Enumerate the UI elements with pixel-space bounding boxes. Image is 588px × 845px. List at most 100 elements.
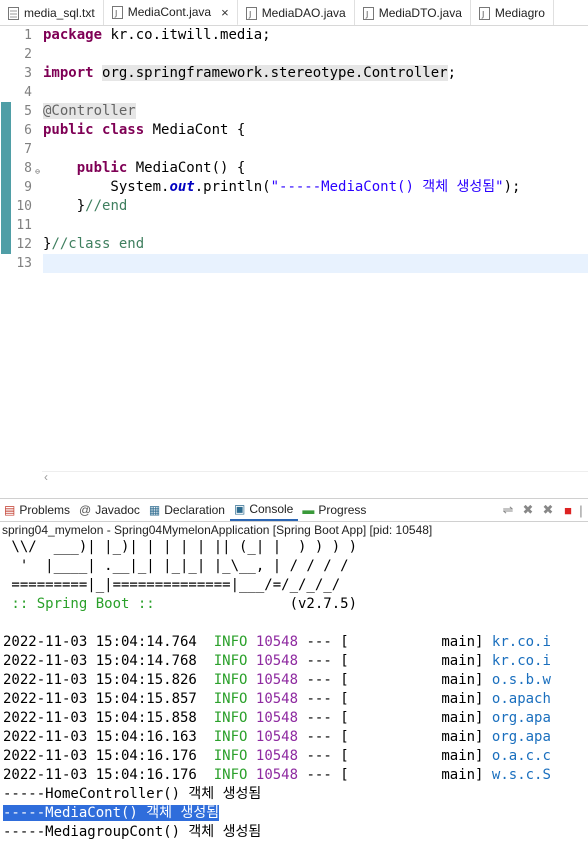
tab-label: MediaCont.java: [127, 5, 212, 19]
terminate-icon[interactable]: ■: [558, 503, 578, 518]
tab-label: Console: [249, 502, 294, 516]
log-thread: main]: [348, 672, 484, 688]
code-lines[interactable]: package kr.co.itwill.media; import org.s…: [43, 26, 588, 273]
log-level: INFO: [213, 653, 248, 669]
log-thread: main]: [348, 691, 484, 707]
comment: //class end: [51, 236, 145, 252]
remove-launch-icon[interactable]: ✖: [518, 502, 538, 518]
log-level: INFO: [213, 710, 248, 726]
log-pid: 10548: [255, 729, 299, 745]
code-line: }//class end: [43, 235, 588, 254]
comment: //end: [85, 198, 128, 214]
log-separator: --- [: [298, 710, 349, 726]
console-toolbar: ⇌ ✖ ✖ ■ |: [498, 499, 588, 521]
line-number: 7: [24, 142, 32, 157]
line-number: 11: [16, 218, 32, 233]
banner-line: \\/ ___)| |_)| | | | | || (_| | ) ) ) ): [3, 539, 358, 555]
line-number: 12: [16, 237, 32, 252]
stdout-line-selected[interactable]: -----MediaCont() 객체 생성됨: [0, 804, 588, 823]
log-timestamp: 2022-11-03 15:04:16.176: [3, 767, 197, 783]
horizontal-scrollbar[interactable]: ‹: [42, 470, 588, 486]
progress-icon: ▬: [302, 503, 315, 517]
code-line: System.out.println("-----MediaCont() 객체 …: [43, 178, 588, 197]
tab-label: media_sql.txt: [24, 6, 95, 20]
tab-progress[interactable]: ▬ Progress: [298, 499, 371, 521]
log-level: INFO: [213, 748, 248, 764]
log-pid: 10548: [255, 634, 299, 650]
log-level: INFO: [213, 691, 248, 707]
tab-problems[interactable]: ▤ Problems: [0, 499, 75, 521]
line-number: 6: [24, 123, 32, 138]
console-description: spring04_mymelon - Spring04MymelonApplic…: [2, 523, 433, 537]
tab-label: Progress: [318, 503, 367, 517]
line-number: 5: [24, 104, 32, 119]
line-number: 3: [24, 66, 32, 81]
tab-label: Problems: [19, 503, 71, 517]
svg-text:J: J: [481, 10, 484, 19]
code-text: MediaCont() {: [127, 160, 246, 176]
selected-text[interactable]: -----MediaCont() 객체 생성됨: [3, 805, 220, 821]
log-thread: main]: [348, 767, 484, 783]
line-number: 8: [24, 161, 32, 176]
tab-declaration[interactable]: ▦ Declaration: [145, 499, 230, 521]
log-separator: --- [: [298, 748, 349, 764]
log-separator: --- [: [298, 672, 349, 688]
keyword: public: [43, 122, 94, 138]
tab-mediacont[interactable]: J MediaCont.java ×: [103, 0, 238, 25]
code-line: @Controller: [43, 102, 588, 121]
java-file-icon: J: [478, 6, 490, 20]
code-text: MediaCont {: [144, 122, 246, 138]
log-line: 2022-11-03 15:04:15.858 INFO 10548 --- […: [0, 709, 588, 728]
code-text: System.: [43, 179, 170, 195]
java-file-icon: J: [111, 5, 123, 19]
log-line: 2022-11-03 15:04:15.857 INFO 10548 --- […: [0, 690, 588, 709]
declaration-icon: ▦: [148, 503, 161, 517]
log-line: 2022-11-03 15:04:14.764 INFO 10548 --- […: [0, 633, 588, 652]
code-line: public MediaCont() {: [43, 159, 588, 178]
log-thread: main]: [348, 710, 484, 726]
code-line: package kr.co.itwill.media;: [43, 26, 588, 45]
disconnect-icon[interactable]: ⇌: [498, 502, 518, 518]
keyword: package: [43, 27, 103, 43]
log-line: 2022-11-03 15:04:16.163 INFO 10548 --- […: [0, 728, 588, 747]
current-line[interactable]: [43, 254, 588, 273]
log-pid: 10548: [255, 691, 299, 707]
stdout-line: -----MediagroupCont() 객체 생성됨: [3, 824, 262, 840]
banner-line: ' |____| .__|_| |_|_| |_\__, | / / / /: [3, 558, 349, 574]
tab-media-sql[interactable]: media_sql.txt: [0, 0, 104, 25]
code-text: kr.co.itwill.media;: [102, 27, 271, 43]
log-timestamp: 2022-11-03 15:04:16.176: [3, 748, 197, 764]
tab-console[interactable]: ▣ Console: [229, 499, 299, 521]
scroll-left-icon[interactable]: ‹: [44, 470, 48, 484]
line-number: 13: [16, 256, 32, 271]
tab-mediadao[interactable]: J MediaDAO.java: [238, 0, 355, 25]
tab-mediagroup[interactable]: J Mediagro: [471, 0, 554, 25]
log-logger: kr.co.i: [483, 653, 551, 669]
stdout-line: -----HomeController() 객체 생성됨: [3, 786, 262, 802]
code-text: );: [503, 179, 521, 195]
keyword: import: [43, 65, 94, 81]
close-icon[interactable]: ×: [221, 5, 229, 20]
code-text: .println(: [194, 179, 271, 195]
log-logger: kr.co.i: [483, 634, 551, 650]
code-editor[interactable]: 1 2 3 4 5 6 7 8 ⊖ 9 10 11 12 13 package k…: [0, 26, 588, 494]
log-thread: main]: [348, 634, 484, 650]
log-timestamp: 2022-11-03 15:04:16.163: [3, 729, 197, 745]
log-level: INFO: [213, 672, 248, 688]
remove-all-icon[interactable]: ✖: [538, 502, 558, 518]
tab-javadoc[interactable]: @ Javadoc: [75, 499, 145, 521]
tab-label: MediaDAO.java: [261, 6, 346, 20]
problems-icon: ▤: [4, 503, 16, 517]
code-text: }: [43, 198, 86, 214]
tab-mediadto[interactable]: J MediaDTO.java: [355, 0, 471, 25]
log-separator: --- [: [298, 634, 349, 650]
console-output[interactable]: \\/ ___)| |_)| | | | | || (_| | ) ) ) ) …: [0, 538, 588, 845]
log-logger: o.a.c.c: [483, 748, 551, 764]
line-number: 2: [24, 47, 32, 62]
log-line: 2022-11-03 15:04:14.768 INFO 10548 --- […: [0, 652, 588, 671]
